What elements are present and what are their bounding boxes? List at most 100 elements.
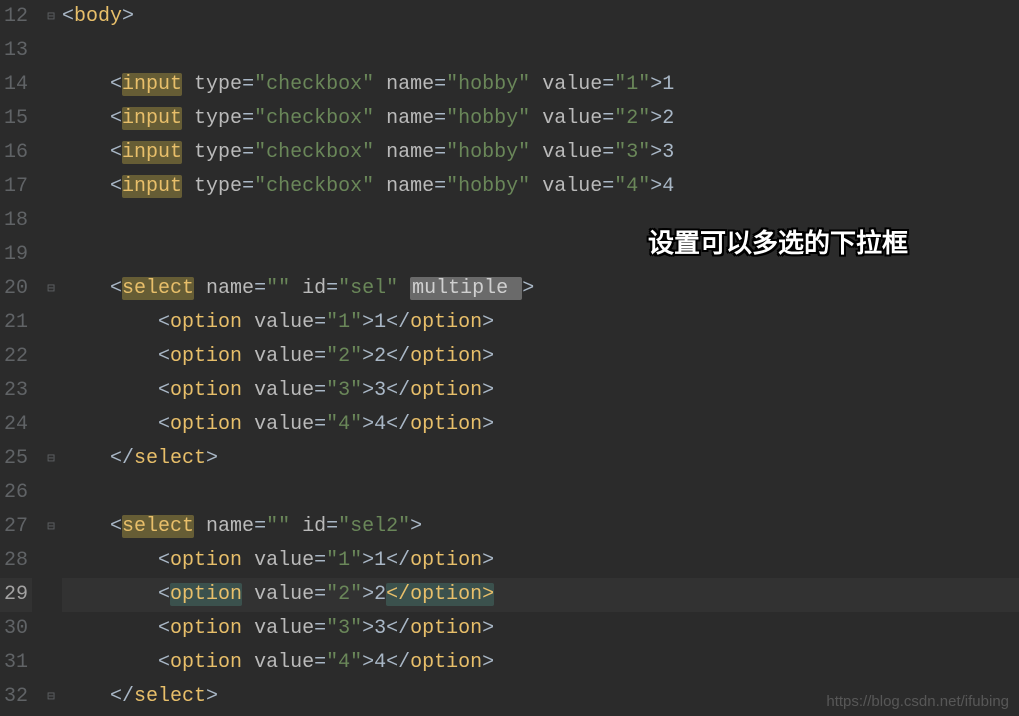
token-eq: =: [434, 141, 446, 164]
fold-close-icon[interactable]: [44, 689, 58, 704]
token-p: [374, 107, 386, 130]
token-s: "checkbox": [254, 73, 374, 96]
token-t: option: [410, 345, 482, 368]
code-line[interactable]: <select name="" id="sel2">: [62, 510, 1019, 544]
token-tx: 3: [374, 379, 386, 402]
token-p: <: [62, 379, 170, 402]
token-t: option: [170, 549, 242, 572]
token-p: >: [362, 311, 374, 334]
fold-open-icon[interactable]: [44, 519, 58, 534]
code-line[interactable]: <input type="checkbox" name="hobby" valu…: [62, 68, 1019, 102]
code-line[interactable]: <input type="checkbox" name="hobby" valu…: [62, 136, 1019, 170]
token-p: [374, 141, 386, 164]
token-a: name: [386, 141, 434, 164]
code-line[interactable]: <input type="checkbox" name="hobby" valu…: [62, 102, 1019, 136]
token-a: name: [386, 175, 434, 198]
token-eq: =: [314, 311, 326, 334]
token-p: >: [650, 73, 662, 96]
token-eq: =: [314, 345, 326, 368]
code-line[interactable]: <input type="checkbox" name="hobby" valu…: [62, 170, 1019, 204]
token-p: <: [62, 515, 122, 538]
code-line[interactable]: <option value="2">2</option>: [62, 340, 1019, 374]
code-line[interactable]: [62, 238, 1019, 272]
code-line[interactable]: <option value="2">2</option>: [62, 578, 1019, 612]
token-p: [290, 515, 302, 538]
token-a: value: [542, 175, 602, 198]
token-t: option: [170, 617, 242, 640]
token-a: type: [194, 73, 242, 96]
token-hl-tag: input: [122, 141, 182, 164]
token-p: <: [62, 345, 170, 368]
code-line[interactable]: [62, 34, 1019, 68]
token-tx: 1: [662, 73, 674, 96]
line-number: 24: [0, 408, 32, 442]
token-t: option: [170, 345, 242, 368]
token-eq: =: [602, 141, 614, 164]
token-p: <: [62, 311, 170, 334]
token-tx: 1: [374, 549, 386, 572]
token-s: "checkbox": [254, 107, 374, 130]
token-p: </: [386, 617, 410, 640]
token-p: </: [386, 345, 410, 368]
fold-open-icon[interactable]: [44, 9, 58, 24]
token-p: [242, 311, 254, 334]
code-line[interactable]: </select>: [62, 442, 1019, 476]
token-a: value: [254, 379, 314, 402]
code-line[interactable]: <option value="1">1</option>: [62, 306, 1019, 340]
line-number: 13: [0, 34, 32, 68]
line-number: 21: [0, 306, 32, 340]
token-s: "3": [326, 617, 362, 640]
line-number: 16: [0, 136, 32, 170]
token-a: value: [254, 345, 314, 368]
token-s: "4": [326, 651, 362, 674]
code-line[interactable]: <option value="3">3</option>: [62, 374, 1019, 408]
token-eq: =: [434, 175, 446, 198]
token-p: <: [62, 583, 170, 606]
token-tx: 1: [374, 311, 386, 334]
code-editor[interactable]: 1213141516171819202122232425262728293031…: [0, 0, 1019, 716]
code-line[interactable]: [62, 476, 1019, 510]
line-number: 31: [0, 646, 32, 680]
code-line[interactable]: [62, 204, 1019, 238]
token-p: [242, 651, 254, 674]
line-number: 26: [0, 476, 32, 510]
token-s: "hobby": [446, 141, 530, 164]
token-t: option: [170, 651, 242, 674]
fold-close-icon[interactable]: [44, 451, 58, 466]
token-match: option: [170, 583, 242, 606]
token-p: >: [362, 549, 374, 572]
token-p: <: [62, 73, 122, 96]
code-line[interactable]: <option value="3">3</option>: [62, 612, 1019, 646]
code-area[interactable]: <body> <input type="checkbox" name="hobb…: [62, 0, 1019, 716]
code-line[interactable]: <option value="1">1</option>: [62, 544, 1019, 578]
code-line[interactable]: <select name="" id="sel" multiple >: [62, 272, 1019, 306]
token-s: "checkbox": [254, 175, 374, 198]
token-eq: =: [314, 549, 326, 572]
token-tx: 4: [662, 175, 674, 198]
token-a: type: [194, 175, 242, 198]
token-s: "hobby": [446, 107, 530, 130]
token-s: "2": [614, 107, 650, 130]
token-p: <: [62, 175, 122, 198]
line-number: 25: [0, 442, 32, 476]
token-a: type: [194, 107, 242, 130]
token-p: [242, 345, 254, 368]
token-s: "4": [614, 175, 650, 198]
code-line[interactable]: <body>: [62, 0, 1019, 34]
token-p: </: [386, 311, 410, 334]
token-p: [530, 73, 542, 96]
token-eq: =: [314, 651, 326, 674]
token-s: "": [266, 515, 290, 538]
code-line[interactable]: <option value="4">4</option>: [62, 408, 1019, 442]
token-p: [182, 141, 194, 164]
token-t: option: [410, 549, 482, 572]
code-line[interactable]: </select>: [62, 680, 1019, 714]
token-t: option: [170, 413, 242, 436]
fold-open-icon[interactable]: [44, 281, 58, 296]
token-eq: =: [602, 107, 614, 130]
token-p: >: [362, 345, 374, 368]
token-p: >: [650, 175, 662, 198]
token-eq: =: [254, 515, 266, 538]
code-line[interactable]: <option value="4">4</option>: [62, 646, 1019, 680]
token-p: </: [386, 379, 410, 402]
